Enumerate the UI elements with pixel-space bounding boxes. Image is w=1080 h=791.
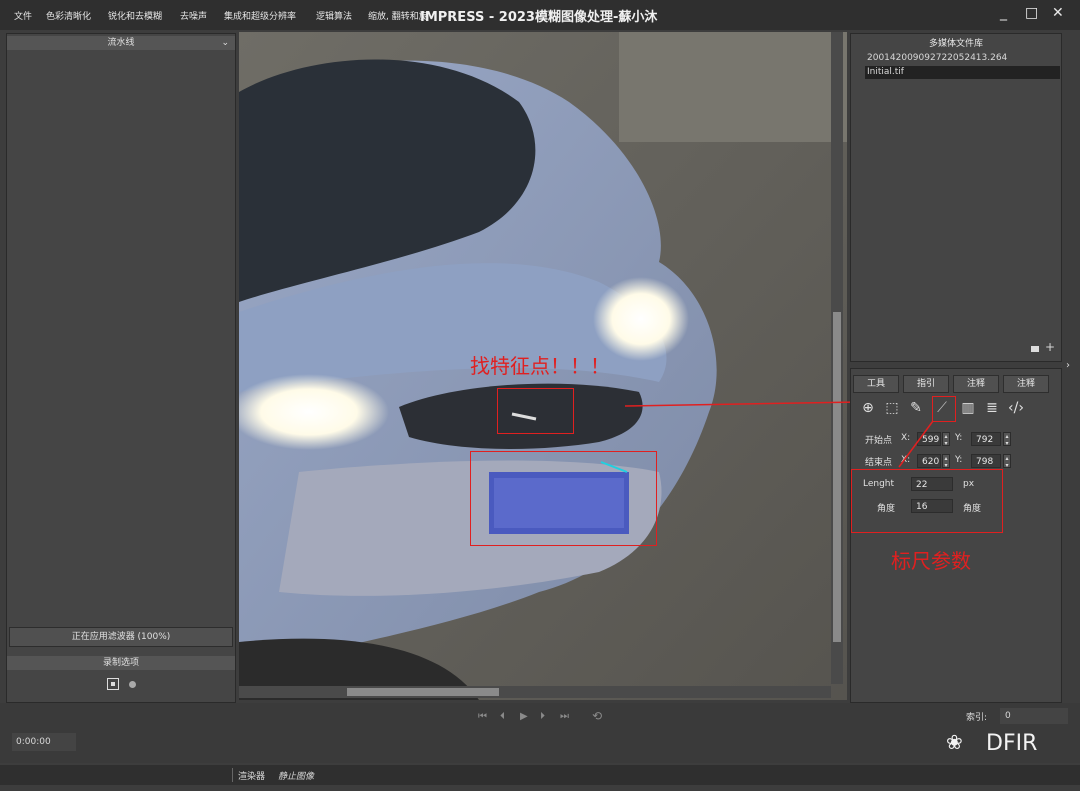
media-file-item-selected[interactable]: Initial.tif [865,66,1060,79]
menu-superres[interactable]: 集成和超级分辨率 [224,9,296,22]
menu-color-clarify[interactable]: 色彩清晰化 [46,9,91,22]
menu-denoise[interactable]: 去噪声 [180,9,207,22]
start-y-stepper[interactable]: ▴ ▾ [1003,432,1011,447]
menu-logic[interactable]: 逻辑算法 [316,9,352,22]
feature-highlight-box [497,388,574,434]
tools-panel: 工具 指引 注释 注释 ⊕ ⬚ ✎ ⟋ ▥ ≣ ‹/› 开始点 X: 599 ▴… [850,368,1062,703]
close-button[interactable]: ✕ [1052,5,1064,21]
last-frame-button[interactable]: ⏭ [560,711,569,722]
plate-highlight-box [470,451,657,546]
end-y-input[interactable]: 798 [971,454,1001,468]
ruler-highlight-box [932,396,956,422]
filter-status: 正在应用滤波器 (100%) [9,627,233,647]
first-frame-button[interactable]: ⏮ [478,711,487,722]
vertical-scrollbar[interactable] [831,32,843,684]
next-frame-button[interactable]: ⏵ [540,711,545,722]
index-input[interactable]: 0 [1000,708,1068,724]
chevron-right-icon[interactable]: › [1066,360,1070,371]
feature-annotation: 找特征点！！！ [470,354,610,378]
media-library: 多媒体文件库 20014200909272205241​3.264 Initia… [850,33,1062,362]
crop-icon[interactable]: ⬚ [883,399,901,417]
ruler-params-box [851,469,1003,533]
wechat-icon: ❀ [946,730,963,754]
watermark: DFIR [986,731,1038,756]
renderer-value: 静止图像 [278,772,315,782]
chevron-down-icon[interactable]: ⌄ [221,36,229,50]
prev-frame-button[interactable]: ⏴ [500,711,505,722]
tab-tools[interactable]: 工具 [853,375,899,393]
end-y-label: Y: [955,455,963,465]
eyedropper-icon[interactable]: ✎ [907,399,925,417]
maximize-button[interactable]: □ [1025,5,1038,21]
pipeline-header[interactable]: 流水线 ⌄ [7,36,235,50]
time-display: 0:00:00 [12,733,76,751]
add-icon[interactable]: + [1045,340,1055,354]
histogram-icon[interactable]: ▥ [959,399,977,417]
horizontal-scrollbar[interactable] [239,686,831,698]
pointer-line [898,420,934,468]
loop-button[interactable]: ⟲ [592,709,602,723]
start-y-label: Y: [955,433,963,443]
lines-icon[interactable]: ≣ [983,399,1001,417]
end-label: 结束点 [865,458,893,468]
end-y-stepper[interactable]: ▴ ▾ [1003,454,1011,469]
play-button[interactable]: ▶ [520,711,528,722]
end-x-stepper[interactable]: ▴ ▾ [942,454,950,469]
media-library-title: 多媒体文件库 [928,39,983,49]
tab-notes[interactable]: 注释 [953,375,999,393]
menu-sharpen-deblur[interactable]: 锐化和去模糊 [108,9,162,22]
code-icon[interactable]: ‹/› [1007,399,1025,417]
minimize-button[interactable]: _ [1000,5,1007,21]
pipeline-panel: 流水线 ⌄ 正在应用滤波器 (100%) 录制选项 [6,33,236,703]
menu-bar: 文件 色彩清晰化 锐化和去模糊 去噪声 集成和超级分辨率 逻辑算法 缩放, 翻转… [0,0,1080,30]
renderer-label: 渲染器 [238,772,266,782]
playback-area: ⏮ ⏴ ▶ ⏵ ⏭ ⟲ 0:00:00 索引: 0 ❀ DFIR [0,703,1080,763]
pipeline-title: 流水线 [107,38,135,48]
start-y-input[interactable]: 792 [971,432,1001,446]
ruler-params-annotation: 标尺参数 [891,549,971,573]
app-title: IMPRESS - 2023模糊图像处理-蘇小沐 [420,10,658,25]
record-icon[interactable] [107,678,119,690]
tab-guide[interactable]: 指引 [903,375,949,393]
start-x-stepper[interactable]: ▴ ▾ [942,432,950,447]
dot-icon[interactable] [129,681,136,688]
index-label: 索引: [966,713,988,723]
folder-icon[interactable] [1031,346,1039,352]
menu-scale-rotate[interactable]: 缩放, 翻转和旋转 [368,9,428,22]
status-bar: 渲染器 静止图像 [0,765,1080,785]
start-label: 开始点 [865,436,893,446]
zoom-icon[interactable]: ⊕ [859,399,877,417]
tab-notes-2[interactable]: 注释 [1003,375,1049,393]
media-file-item[interactable]: 20014200909272205241​3.264 [865,52,1060,65]
menu-file[interactable]: 文件 [14,9,32,22]
record-options-header: 录制选项 [7,656,235,670]
